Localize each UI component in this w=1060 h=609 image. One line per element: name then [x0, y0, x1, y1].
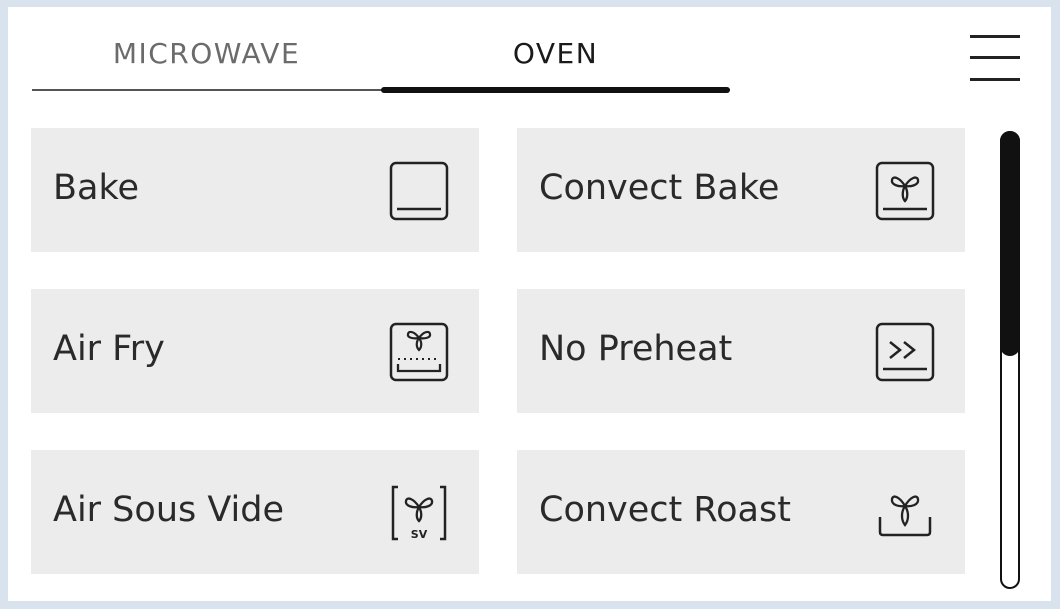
mode-label: Air Fry	[53, 329, 165, 369]
tab-bar: MICROWAVE OVEN	[32, 7, 730, 99]
scrollbar[interactable]	[1000, 131, 1020, 589]
convect-bake-icon	[872, 158, 938, 224]
mode-card-air-fry[interactable]: Air Fry	[31, 289, 479, 413]
mode-label: Convect Roast	[539, 490, 791, 530]
mode-label: No Preheat	[539, 329, 733, 369]
mode-card-air-sous-vide[interactable]: Air Sous Vide SV	[31, 450, 479, 574]
scroll-thumb[interactable]	[1000, 131, 1020, 356]
no-preheat-icon	[872, 319, 938, 385]
bake-icon	[386, 158, 452, 224]
mode-grid: Bake Convect Bake Air Fry No Preheat Air…	[31, 128, 965, 574]
oven-mode-screen: MICROWAVE OVEN Bake Convect Bake Air Fry…	[8, 7, 1051, 601]
mode-card-no-preheat[interactable]: No Preheat	[517, 289, 965, 413]
air-fry-icon	[386, 319, 452, 385]
mode-label: Bake	[53, 168, 140, 208]
mode-card-convect-roast[interactable]: Convect Roast	[517, 450, 965, 574]
mode-card-bake[interactable]: Bake	[31, 128, 479, 252]
sv-icon-text: SV	[411, 528, 428, 541]
air-sous-vide-icon: SV	[386, 480, 452, 546]
tab-oven[interactable]: OVEN	[381, 7, 730, 99]
convect-roast-icon	[872, 480, 938, 546]
tab-microwave[interactable]: MICROWAVE	[32, 7, 381, 99]
active-tab-indicator	[381, 87, 730, 93]
mode-label: Air Sous Vide	[53, 490, 285, 530]
tab-oven-label: OVEN	[512, 37, 599, 70]
menu-button[interactable]	[968, 33, 1024, 85]
tab-microwave-label: MICROWAVE	[112, 37, 301, 70]
mode-label: Convect Bake	[539, 168, 780, 208]
mode-card-convect-bake[interactable]: Convect Bake	[517, 128, 965, 252]
